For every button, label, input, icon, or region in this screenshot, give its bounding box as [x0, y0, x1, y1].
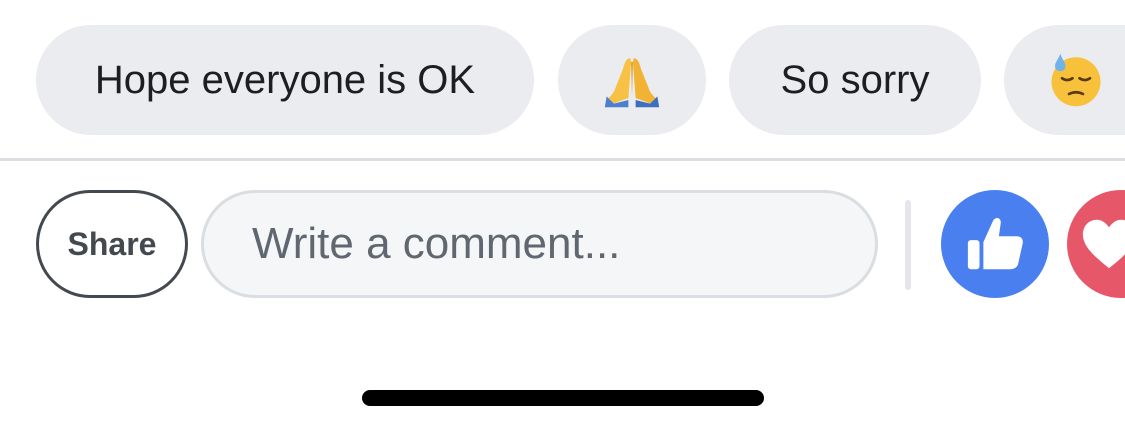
- quick-reply-label: Hope everyone is OK: [94, 57, 476, 102]
- quick-reply-chip[interactable]: So sorry: [729, 25, 981, 135]
- thumbs-up-icon: [964, 213, 1026, 275]
- divider: [0, 158, 1125, 161]
- home-indicator[interactable]: [362, 390, 764, 406]
- quick-reply-chip[interactable]: [558, 25, 706, 135]
- share-button[interactable]: Share: [36, 190, 188, 298]
- like-button[interactable]: [941, 190, 1049, 298]
- share-label: Share: [67, 225, 157, 262]
- downcast-face-with-sweat-icon: [1048, 52, 1104, 108]
- heart-icon: [1079, 216, 1125, 272]
- quick-reply-bar: Hope everyone is OK So sorry: [0, 0, 1125, 160]
- comment-input[interactable]: Write a comment...: [201, 190, 878, 298]
- love-button[interactable]: [1067, 190, 1125, 298]
- vertical-separator: [905, 200, 911, 290]
- quick-reply-chip[interactable]: Hope everyone is OK: [36, 25, 534, 135]
- quick-reply-label: So sorry: [780, 57, 930, 102]
- folded-hands-icon: [603, 51, 661, 109]
- comment-placeholder: Write a comment...: [252, 219, 621, 268]
- quick-reply-chip[interactable]: [1004, 25, 1125, 135]
- comment-screen: Hope everyone is OK So sorry Share Write…: [0, 0, 1125, 430]
